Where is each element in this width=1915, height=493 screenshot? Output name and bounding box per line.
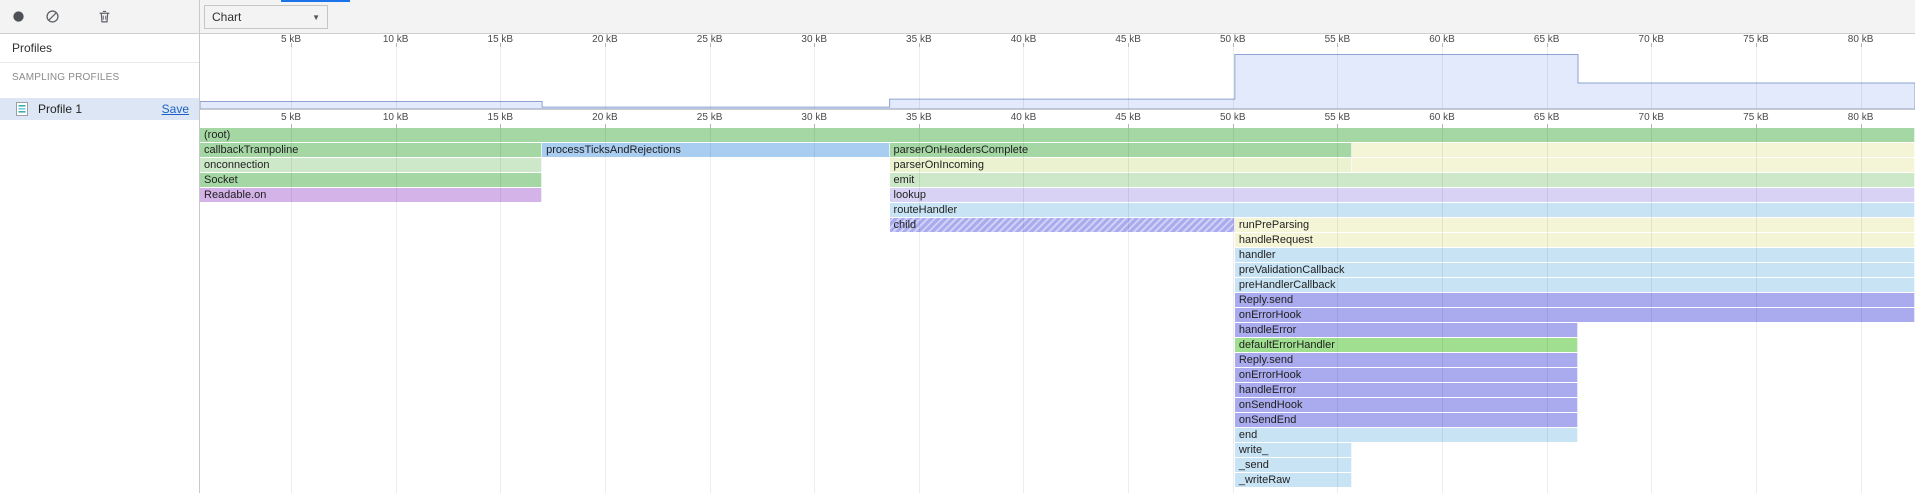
profiles-sidebar: Profiles SAMPLING PROFILES Profile 1 Sav… bbox=[0, 34, 200, 493]
ruler-tick-mark bbox=[710, 124, 711, 128]
flame-frame[interactable] bbox=[1352, 143, 1915, 157]
flame-frame[interactable]: handleError bbox=[1235, 383, 1578, 397]
profiler-toolbar: Chart ▼ bbox=[0, 0, 1915, 34]
profiles-heading: Profiles bbox=[0, 34, 199, 63]
ruler-tick-label: 35 kB bbox=[906, 110, 932, 125]
flame-frame[interactable]: onSendHook bbox=[1235, 398, 1578, 412]
ruler-tick-label: 50 kB bbox=[1220, 110, 1246, 125]
profile-icon bbox=[14, 101, 30, 117]
flame-frame[interactable]: child bbox=[890, 218, 1235, 232]
ruler-tick-label: 75 kB bbox=[1743, 110, 1769, 125]
flame-frame[interactable]: _writeRaw bbox=[1235, 473, 1352, 487]
ruler-tick-mark bbox=[814, 124, 815, 128]
overview-pane[interactable] bbox=[200, 47, 1915, 110]
ruler-tick-mark bbox=[1651, 124, 1652, 128]
clear-profiles-button[interactable] bbox=[39, 4, 65, 30]
record-button[interactable] bbox=[5, 4, 31, 30]
flame-frame[interactable]: preHandlerCallback bbox=[1235, 278, 1915, 292]
ruler-bottom: 5 kB 10 kB 15 kB 20 kB 25 kB 30 kB 35 kB 40 kB 4… bbox=[200, 110, 1915, 128]
ruler-tick-label: 70 kB bbox=[1639, 110, 1665, 125]
ruler-tick-mark bbox=[1547, 124, 1548, 128]
ruler-tick-label: 25 kB bbox=[697, 110, 723, 125]
flame-frame[interactable]: lookup bbox=[890, 188, 1915, 202]
ruler-tick-label: 55 kB bbox=[1325, 110, 1351, 125]
trash-icon bbox=[97, 9, 112, 24]
ruler-tick-label: 80 kB bbox=[1848, 110, 1874, 125]
clear-icon bbox=[45, 9, 60, 24]
flame-frame[interactable]: parserOnHeadersComplete bbox=[890, 143, 1352, 157]
flame-frame[interactable]: preValidationCallback bbox=[1235, 263, 1915, 277]
ruler-tick-label: 45 kB bbox=[1115, 110, 1141, 125]
ruler-tick-mark bbox=[1442, 124, 1443, 128]
overview-area-chart bbox=[200, 47, 1915, 109]
flame-chart-pane: 5 kB 10 kB 15 kB 20 kB 25 kB 30 kB 35 kB 40 kB 4… bbox=[200, 34, 1915, 493]
ruler-tick-mark bbox=[1337, 124, 1338, 128]
flame-frame[interactable]: onconnection bbox=[200, 158, 542, 172]
ruler-tick-label: 40 kB bbox=[1011, 110, 1037, 125]
flame-frame[interactable]: Readable.on bbox=[200, 188, 542, 202]
flame-frame[interactable]: Socket bbox=[200, 173, 542, 187]
flame-frame[interactable]: handleRequest bbox=[1235, 233, 1915, 247]
flame-frame[interactable]: callbackTrampoline bbox=[200, 143, 542, 157]
flame-frame[interactable]: end bbox=[1235, 428, 1578, 442]
flame-frame[interactable]: handleError bbox=[1235, 323, 1578, 337]
ruler-tick-mark bbox=[1861, 124, 1862, 128]
flame-frames: (root)callbackTrampolineprocessTicksAndR… bbox=[200, 128, 1915, 493]
ruler-tick-mark bbox=[500, 124, 501, 128]
ruler-tick-mark bbox=[291, 124, 292, 128]
ruler-tick-mark bbox=[1756, 124, 1757, 128]
ruler-tick-label: 10 kB bbox=[383, 110, 409, 125]
ruler-tick-label: 65 kB bbox=[1534, 110, 1560, 125]
ruler-tick-label: 30 kB bbox=[801, 110, 827, 125]
ruler-top: 5 kB10 kB15 kB20 kB25 kB30 kB35 kB40 kB4… bbox=[200, 34, 1915, 47]
flame-frame[interactable]: write_ bbox=[1235, 443, 1352, 457]
ruler-tick-label: 60 kB bbox=[1429, 110, 1455, 125]
profile-label: Profile 1 bbox=[38, 102, 82, 116]
flame-frame[interactable] bbox=[1352, 158, 1915, 172]
active-tab-indicator bbox=[281, 0, 350, 2]
flame-frame[interactable]: parserOnIncoming bbox=[890, 158, 1352, 172]
flame-frame[interactable]: routeHandler bbox=[890, 203, 1915, 217]
flame-frame[interactable]: Reply.send bbox=[1235, 293, 1915, 307]
flame-frame[interactable]: onErrorHook bbox=[1235, 368, 1578, 382]
ruler-tick-label: 20 kB bbox=[592, 110, 618, 125]
flame-frame[interactable]: runPreParsing bbox=[1235, 218, 1915, 232]
profile-item[interactable]: Profile 1 Save bbox=[0, 98, 199, 120]
memory-profiler-panel: Chart ▼ Profiles SAMPLING PROFILES Profi… bbox=[0, 0, 1915, 493]
ruler-tick-mark bbox=[919, 124, 920, 128]
flame-frame[interactable]: defaultErrorHandler bbox=[1235, 338, 1578, 352]
save-link[interactable]: Save bbox=[162, 102, 189, 116]
flame-frame[interactable]: Reply.send bbox=[1235, 353, 1578, 367]
toolbar-separator bbox=[199, 0, 200, 33]
ruler-tick-label: 5 kB bbox=[281, 110, 301, 125]
flame-frame[interactable]: onSendEnd bbox=[1235, 413, 1578, 427]
ruler-tick-mark bbox=[1128, 124, 1129, 128]
view-mode-select[interactable]: Chart ▼ bbox=[204, 5, 328, 29]
sampling-profiles-section-header: SAMPLING PROFILES bbox=[0, 63, 199, 89]
delete-profile-button[interactable] bbox=[91, 4, 117, 30]
flame-frame[interactable]: emit bbox=[890, 173, 1915, 187]
chevron-down-icon: ▼ bbox=[312, 13, 320, 22]
flame-frame[interactable]: _send bbox=[1235, 458, 1352, 472]
view-mode-value: Chart bbox=[212, 10, 241, 24]
flame-frame[interactable]: (root) bbox=[200, 128, 1915, 142]
flame-frame[interactable]: handler bbox=[1235, 248, 1915, 262]
flame-frame[interactable]: onErrorHook bbox=[1235, 308, 1915, 322]
ruler-tick-mark bbox=[605, 124, 606, 128]
ruler-tick-mark bbox=[1233, 124, 1234, 128]
flame-frame[interactable]: processTicksAndRejections bbox=[542, 143, 889, 157]
ruler-tick-mark bbox=[396, 124, 397, 128]
ruler-tick-label: 15 kB bbox=[488, 110, 514, 125]
ruler-tick-mark bbox=[1023, 124, 1024, 128]
record-icon bbox=[11, 9, 26, 24]
flame-chart: (root)callbackTrampolineprocessTicksAndR… bbox=[200, 128, 1915, 493]
